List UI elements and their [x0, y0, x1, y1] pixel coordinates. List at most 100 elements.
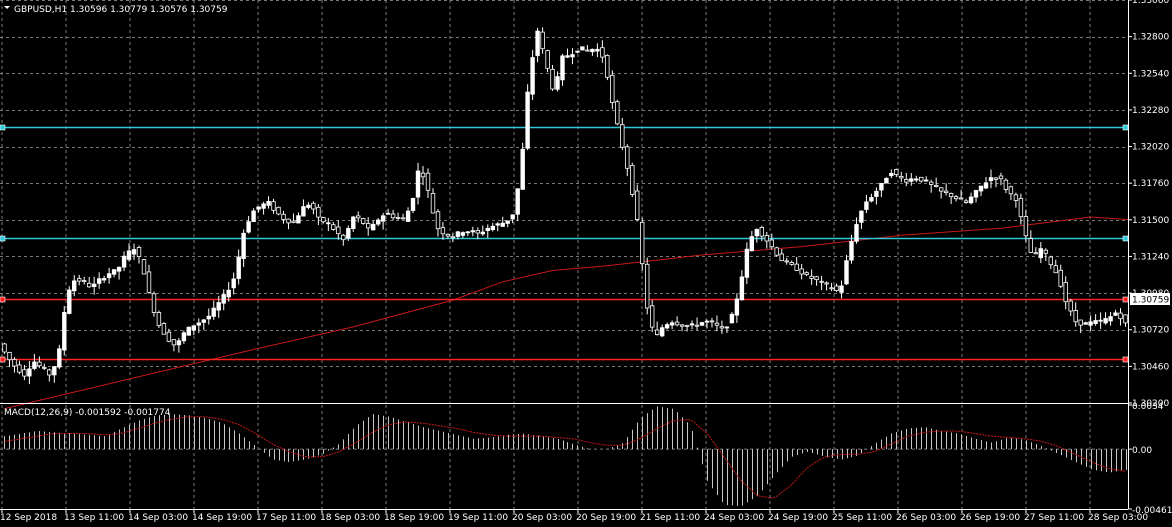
candle-body	[610, 74, 615, 104]
candle-body	[251, 210, 256, 223]
candle-body	[948, 192, 954, 198]
candle-body	[410, 197, 416, 211]
candle-body	[475, 229, 480, 234]
candle-body	[17, 364, 22, 373]
candle-body	[1048, 256, 1053, 266]
macd-label: MACD(12,26,9) -0.001592 -0.001774	[4, 408, 171, 418]
candle-body	[1023, 216, 1029, 237]
candle-body	[829, 287, 834, 290]
last-price-tag: 1.30759	[1130, 293, 1170, 306]
time-tick-label: 25 Sep 11:00	[832, 513, 892, 523]
candle-body	[794, 263, 799, 271]
candle-body	[834, 285, 839, 291]
level-anchor-right[interactable]	[1122, 235, 1129, 242]
time-tick-label: 28 Sep 03:00	[1088, 513, 1148, 523]
price-tick-label: 1.32800	[1132, 33, 1169, 43]
time-tick-label: 20 Sep 03:00	[512, 513, 572, 523]
candle-body	[425, 172, 431, 191]
candle-body	[660, 327, 665, 337]
candle-body	[635, 190, 640, 221]
candle-body	[191, 325, 196, 331]
candle-body	[266, 200, 271, 206]
candle-body	[719, 326, 725, 329]
candle-body	[226, 289, 231, 298]
candle-body	[32, 361, 37, 369]
candle-body	[12, 358, 17, 367]
level-anchor-right[interactable]	[1122, 296, 1129, 303]
candle-body	[819, 280, 824, 283]
candle-body	[894, 169, 899, 175]
candle-body	[844, 260, 849, 285]
candle-body	[126, 250, 132, 260]
candle-body	[914, 178, 919, 181]
level-anchor-left[interactable]	[0, 356, 6, 363]
candle-body	[889, 172, 894, 177]
candle-body	[1053, 265, 1058, 274]
candle-body	[973, 190, 979, 198]
trading-chart[interactable]: 1.33060 1.32800 1.32540 1.32280 1.32020 1.317…	[0, 0, 1172, 527]
candle-body	[57, 348, 62, 368]
time-tick-label: 12 Sep 2018	[0, 513, 57, 523]
candle-body	[749, 236, 754, 252]
candle-body	[998, 175, 1004, 180]
candle-body	[839, 285, 844, 293]
candle-body	[983, 182, 989, 189]
candle-body	[1063, 281, 1068, 303]
candle-body	[729, 313, 735, 324]
candle-body	[939, 187, 944, 192]
candle-body	[365, 223, 371, 229]
candle-body	[151, 293, 157, 313]
candle-body	[355, 215, 361, 219]
ohlc-values: 1.30596 1.30779 1.30576 1.30759	[70, 5, 228, 15]
candle-body	[919, 176, 924, 182]
candle-body	[430, 192, 436, 214]
candle-body	[485, 227, 490, 232]
candle-body	[286, 218, 291, 224]
candle-body	[111, 269, 117, 275]
candle-body	[570, 54, 575, 58]
candle-body	[470, 230, 475, 233]
level-anchor-left[interactable]	[0, 296, 6, 303]
candle-body	[256, 206, 261, 210]
candle-body	[221, 294, 226, 304]
candle-body	[336, 226, 341, 235]
candle-body	[525, 91, 530, 149]
candle-body	[176, 340, 182, 346]
level-anchor-right[interactable]	[1122, 124, 1129, 131]
candle-body	[1103, 318, 1108, 324]
time-tick-label: 17 Sep 11:00	[256, 513, 316, 523]
candle-body	[769, 239, 774, 248]
candle-body	[605, 55, 610, 78]
level-anchor-left[interactable]	[0, 235, 6, 242]
candle-body	[500, 222, 505, 227]
candle-body	[1083, 322, 1088, 325]
candle-body	[1068, 300, 1073, 312]
level-anchor-left[interactable]	[0, 124, 6, 131]
candle-body	[699, 322, 705, 326]
candle-body	[734, 298, 740, 316]
candle-body	[490, 225, 495, 231]
candle-body	[331, 224, 336, 230]
candle-body	[231, 278, 236, 289]
candle-body	[934, 184, 939, 187]
candle-body	[640, 221, 645, 265]
symbol-label: GBPUSD,H1	[14, 5, 67, 15]
candle-body	[326, 222, 331, 225]
candle-body	[804, 272, 809, 276]
candle-body	[146, 271, 152, 293]
candle-body	[988, 177, 994, 182]
price-tick-label: 1.30460	[1132, 362, 1169, 372]
candle-body	[864, 201, 869, 210]
level-anchor-right[interactable]	[1122, 356, 1129, 363]
candle-body	[211, 307, 216, 317]
candle-body	[555, 76, 560, 90]
candle-body	[799, 268, 804, 275]
candle-body	[136, 247, 142, 258]
time-tick-label: 24 Sep 03:00	[704, 513, 764, 523]
candle-body	[674, 321, 680, 326]
candle-body	[650, 305, 655, 328]
candle-body	[161, 323, 167, 335]
candle-body	[101, 278, 107, 281]
candle-body	[1098, 319, 1103, 322]
candle-body	[1043, 249, 1048, 254]
